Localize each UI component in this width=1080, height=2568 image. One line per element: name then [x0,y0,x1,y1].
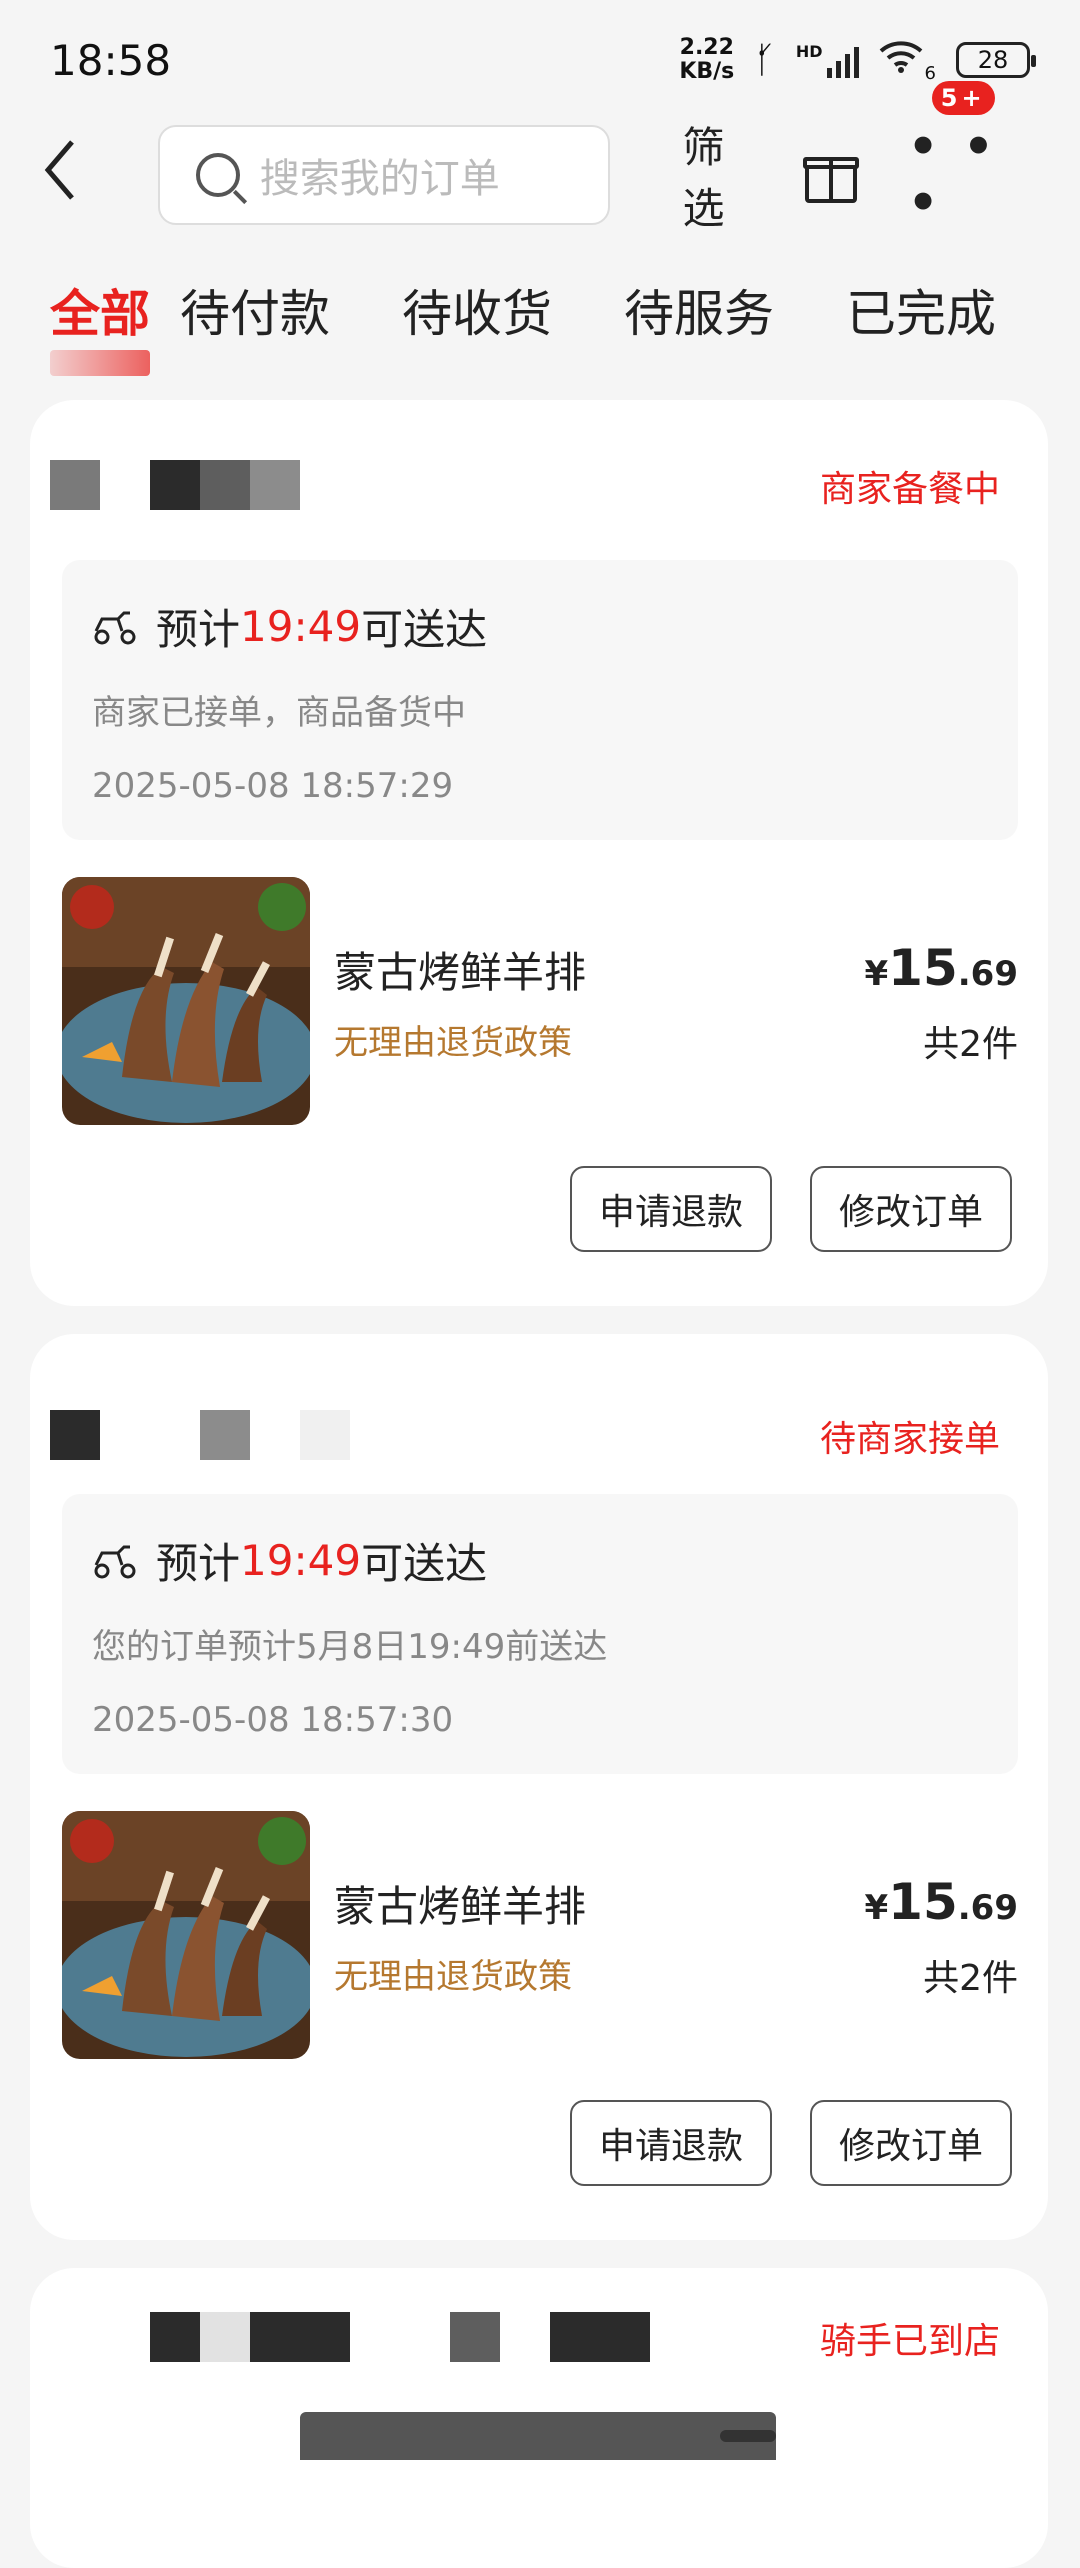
price-decimal: .69 [957,1888,1018,1928]
redacted-shop-name [150,2312,200,2362]
home-indicator[interactable] [720,2430,776,2442]
delivery-scooter-icon [94,1545,136,1578]
delivery-info[interactable]: 预计 19:49 可送达 您的订单预计5月8日19:49前送达 2025-05-… [62,1494,1018,1774]
item-name: 蒙古烤鲜羊排 [334,1882,587,1931]
top-bar: 搜索我的订单 筛选 • • • 5+ [0,81,1080,233]
eta-prefix: 预计 [156,1539,241,1588]
item-quantity: 共2件 [923,1024,1018,1065]
status-icons: 2.22 KB/s ᚶ HD 6 28 [679,36,1036,84]
search-input[interactable]: 搜索我的订单 [157,125,611,225]
back-button[interactable] [40,138,113,213]
price-decimal: .69 [957,954,1018,994]
network-speed: 2.22 KB/s [679,36,734,84]
price-currency: ¥ [864,1888,889,1928]
eta-prefix: 预计 [156,605,241,654]
item-quantity: 共2件 [923,1958,1018,1999]
order-item[interactable]: 蒙古烤鲜羊排 无理由退货政策 ¥15.69 共2件 [62,1811,1018,2061]
refund-button[interactable]: 申请退款 [570,1166,772,1252]
network-speed-unit: KB/s [679,59,735,84]
battery-level: 28 [977,46,1009,74]
item-name: 蒙古烤鲜羊排 [334,948,587,997]
order-card-header: 待商家接单 [50,1410,1010,1470]
lamb-chops-image [62,1811,310,2059]
redacted-shop-name [250,460,300,510]
status-time: 18:58 [50,35,172,85]
redacted-shop-name [50,460,100,510]
redacted-shop-name [200,460,250,510]
eta-line: 预计 19:49 可送达 [92,1530,988,1591]
price-integer: 15 [888,1873,958,1931]
filter-button[interactable]: 筛选 [682,114,758,236]
network-speed-value: 2.22 [679,35,734,60]
lamb-chops-image [62,877,310,1125]
eta-time: 19:49 [240,1536,362,1585]
eta-suffix: 可送达 [361,605,488,654]
tab-pending-service[interactable]: 待服务 [624,274,774,346]
order-timestamp: 2025-05-08 18:57:29 [92,766,454,806]
order-status: 商家备餐中 [819,469,1000,510]
delivery-info[interactable]: 预计 19:49 可送达 商家已接单，商品备货中 2025-05-08 18:5… [62,560,1018,840]
return-policy: 无理由退货政策 [334,1023,572,1063]
signal-hd-label: HD [795,42,823,61]
chevron-left-icon [44,139,74,200]
gift-icon[interactable] [802,147,859,203]
more-dots-icon: • • • [907,119,998,231]
redacted-shop-name [550,2312,650,2362]
battery-icon: 28 [956,42,1036,78]
modify-order-button[interactable]: 修改订单 [810,2100,1012,2186]
eta-suffix: 可送达 [361,1539,488,1588]
item-price: ¥15.69 [865,939,1019,997]
tab-pending-receipt[interactable]: 待收货 [402,274,552,346]
order-sub-status: 您的订单预计5月8日19:49前送达 [92,1627,608,1667]
delivery-scooter-icon [94,611,136,644]
modify-order-button[interactable]: 修改订单 [810,1166,1012,1252]
order-sub-status: 商家已接单，商品备货中 [92,693,466,733]
order-card[interactable]: 待商家接单 预计 19:49 可送达 您的订单预计5月8日19:49前送达 20… [30,1334,1048,2240]
order-status: 待商家接单 [819,1419,1000,1460]
redacted-shop-name [200,1410,250,1460]
bottom-bar-overlay [300,2412,776,2460]
eta-line: 预计 19:49 可送达 [92,596,988,657]
order-tabs: 全部 待付款 待收货 待服务 已完成 [0,260,1080,376]
tab-completed[interactable]: 已完成 [846,274,996,346]
order-card-header: 商家备餐中 [50,460,1010,520]
order-card-header: 骑手已到店 [50,2312,1010,2372]
bluetooth-icon: ᚶ [754,39,776,81]
tab-all[interactable]: 全部 [50,274,150,376]
return-policy: 无理由退货政策 [334,1957,572,1997]
search-icon [195,153,240,197]
cell-signal-icon: HD [796,42,859,78]
item-price: ¥15.69 [865,1873,1019,1931]
more-button[interactable]: • • • 5+ [907,81,1040,231]
eta-time: 19:49 [240,602,362,651]
order-item[interactable]: 蒙古烤鲜羊排 无理由退货政策 ¥15.69 共2件 [62,877,1018,1127]
tab-pending-payment[interactable]: 待付款 [180,274,330,346]
search-placeholder: 搜索我的订单 [259,156,500,202]
order-timestamp: 2025-05-08 18:57:30 [92,1700,454,1740]
wifi-icon [879,39,923,82]
order-status: 骑手已到店 [819,2321,1000,2362]
wifi-6-label: 6 [924,63,936,84]
order-card[interactable]: 商家备餐中 预计 19:49 可送达 商家已接单，商品备货中 2025-05-0… [30,400,1048,1306]
redacted-shop-name [250,2312,350,2362]
redacted-shop-name [200,2312,250,2362]
notification-badge: 5+ [931,81,995,115]
redacted-shop-name [300,1410,350,1460]
status-bar: 18:58 2.22 KB/s ᚶ HD 6 28 [0,0,1080,120]
price-integer: 15 [888,939,958,997]
redacted-shop-name [50,1410,100,1460]
redacted-shop-name [450,2312,500,2362]
redacted-shop-name [150,460,200,510]
refund-button[interactable]: 申请退款 [570,2100,772,2186]
price-currency: ¥ [864,954,889,994]
